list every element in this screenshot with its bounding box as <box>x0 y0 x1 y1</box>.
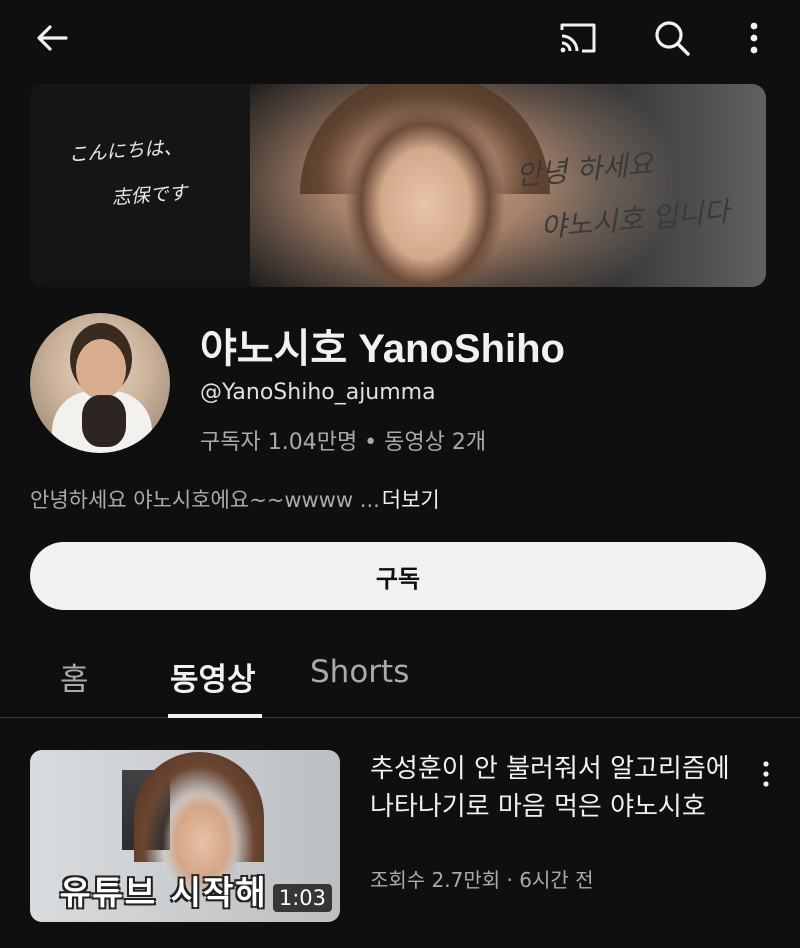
thumbnail-caption: 유튜브 시작해 <box>60 873 268 912</box>
more-vertical-icon[interactable] <box>732 16 776 60</box>
cast-icon[interactable] <box>556 16 600 60</box>
channel-stats: 구독자 1.04만명 • 동영상 2개 <box>200 430 487 455</box>
channel-title: 야노시호 YanoShiho <box>200 327 565 371</box>
tab-shorts[interactable]: Shorts <box>310 654 409 690</box>
video-list-item[interactable]: 유튜브 시작해 1:03 추성훈이 안 불러줘서 알고리즘에 나타나기로 마음 … <box>0 746 800 926</box>
banner-greeting-korean: 안녕 하세요 야노시호 입니다 <box>514 131 732 257</box>
banner-greeting-japanese: こんにちは、 志保です <box>67 124 189 224</box>
channel-avatar[interactable] <box>30 313 170 453</box>
banner-greeting-line1: こんにちは、 <box>67 136 184 167</box>
banner-greeting-line2: 志保です <box>110 181 189 210</box>
channel-description[interactable]: 안녕하세요 야노시호에요~~wwww ...더보기 <box>30 484 440 514</box>
video-duration-badge: 1:03 <box>272 884 332 912</box>
description-more-link[interactable]: 더보기 <box>382 488 440 512</box>
channel-description-text: 안녕하세요 야노시호에요~~wwww ... <box>30 488 380 512</box>
avatar-dog <box>82 395 126 447</box>
video-thumbnail[interactable]: 유튜브 시작해 1:03 <box>30 750 340 922</box>
video-more-icon[interactable] <box>750 754 782 794</box>
tab-home[interactable]: 홈 <box>60 654 89 699</box>
top-app-bar <box>0 0 800 78</box>
search-icon[interactable] <box>650 16 694 60</box>
channel-banner: こんにちは、 志保です 안녕 하세요 야노시호 입니다 <box>30 84 766 287</box>
channel-tabs: 홈 동영상 Shorts <box>0 640 800 718</box>
subscribe-button[interactable]: 구독 <box>30 542 766 610</box>
arrow-left-icon[interactable] <box>30 16 74 60</box>
tab-videos[interactable]: 동영상 <box>170 654 256 699</box>
video-meta: 조회수 2.7만회 · 6시간 전 <box>370 868 594 892</box>
avatar-head <box>76 339 126 399</box>
channel-handle: @YanoShiho_ajumma <box>200 380 436 405</box>
video-title[interactable]: 추성훈이 안 불러줘서 알고리즘에 나타나기로 마음 먹은 야노시호 <box>370 750 730 826</box>
active-tab-indicator <box>168 714 262 718</box>
